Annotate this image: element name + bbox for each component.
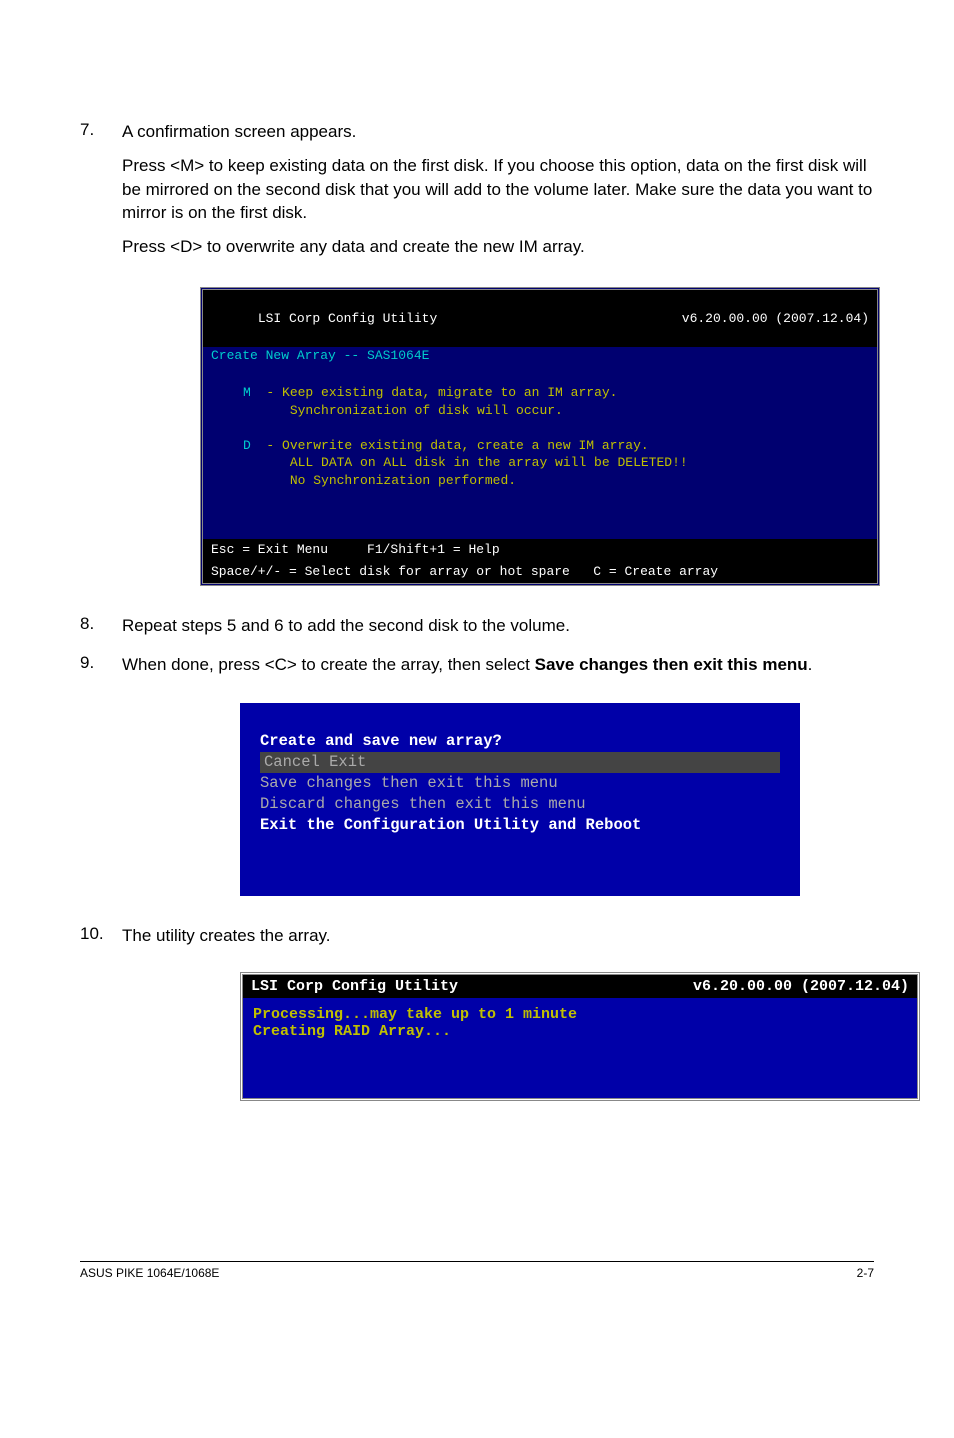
menu-dialog: Create and save new array? Cancel Exit S…: [240, 703, 800, 896]
bios2-title: LSI Corp Config Utility: [251, 978, 458, 995]
bios1-d-text: - Overwrite existing data, create a new …: [243, 438, 688, 488]
step-7-number: 7.: [80, 120, 122, 140]
step-9-bold: Save changes then exit this menu: [535, 655, 808, 674]
step-9-number: 9.: [80, 653, 122, 673]
step-10-number: 10.: [80, 924, 122, 944]
footer-left: ASUS PIKE 1064E/1068E: [80, 1266, 219, 1280]
bios-dialog-2: LSI Corp Config Utility v6.20.00.00 (2007…: [240, 972, 920, 1101]
menu-opt-cancel: Cancel Exit: [260, 752, 780, 773]
step-9-suffix: .: [808, 655, 813, 674]
bios1-subtitle: Create New Array -- SAS1064E: [203, 347, 877, 371]
menu-title: Create and save new array?: [260, 731, 780, 752]
bios-dialog-1: LSI Corp Config Utility v6.20.00.00 (2007…: [200, 287, 880, 586]
step-7-line-1: A confirmation screen appears.: [122, 120, 874, 144]
step-8-number: 8.: [80, 614, 122, 634]
bios1-d-key: D: [243, 438, 251, 453]
bios1-version: v6.20.00.00 (2007.12.04): [682, 310, 869, 328]
bios1-m-text: - Keep existing data, migrate to an IM a…: [243, 385, 617, 418]
footer-right: 2-7: [857, 1266, 874, 1280]
step-9-prefix: When done, press <C> to create the array…: [122, 655, 535, 674]
menu-opt-save: Save changes then exit this menu: [260, 773, 780, 794]
bios1-footer-2: Space/+/- = Select disk for array or hot…: [203, 561, 877, 583]
step-8-text: Repeat steps 5 and 6 to add the second d…: [122, 614, 874, 638]
bios1-title: LSI Corp Config Utility: [258, 311, 437, 326]
menu-opt-discard: Discard changes then exit this menu: [260, 794, 780, 815]
bios1-footer-1: Esc = Exit Menu F1/Shift+1 = Help: [203, 539, 877, 561]
bios1-m-key: M: [243, 385, 251, 400]
step-7-line-2: Press <M> to keep existing data on the f…: [122, 154, 874, 225]
bios2-line-2: Creating RAID Array...: [253, 1023, 451, 1040]
bios2-version: v6.20.00.00 (2007.12.04): [693, 978, 909, 995]
menu-opt-exit: Exit the Configuration Utility and Reboo…: [260, 815, 780, 836]
step-7-line-3: Press <D> to overwrite any data and crea…: [122, 235, 874, 259]
step-9-text: When done, press <C> to create the array…: [122, 653, 874, 677]
step-10-text: The utility creates the array.: [122, 924, 874, 948]
bios2-line-1: Processing...may take up to 1 minute: [253, 1006, 577, 1023]
